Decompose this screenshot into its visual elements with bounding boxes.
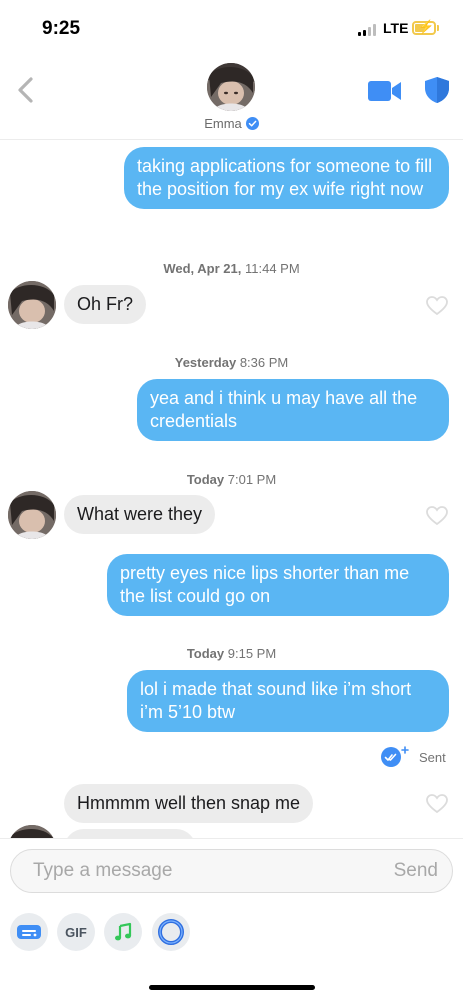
heart-icon[interactable]: [426, 296, 448, 316]
timestamp-time: 8:36 PM: [239, 355, 289, 370]
message-timestamp: Yesterday 8:36 PM: [0, 355, 463, 370]
gif-label: GIF: [65, 924, 87, 940]
contact-name-row[interactable]: Emma: [0, 116, 463, 131]
outgoing-message[interactable]: pretty eyes nice lips shorter than me th…: [107, 554, 449, 616]
contact-name: Emma: [204, 116, 242, 131]
incoming-message[interactable]: Oh Fr?: [64, 285, 147, 324]
outgoing-message[interactable]: lol i made that sound like i’m short i’m…: [127, 670, 449, 732]
sent-check-icon: [381, 746, 409, 767]
timestamp-time: 7:01 PM: [227, 472, 277, 487]
network-type: LTE: [383, 20, 409, 36]
outgoing-message[interactable]: yea and i think u may have all the crede…: [137, 379, 449, 441]
sticker-card-icon: [17, 925, 41, 939]
sent-label: Sent: [419, 750, 446, 765]
battery-cap: [437, 25, 439, 31]
incoming-message[interactable]: Hmmmm well then snap me: [64, 784, 314, 823]
charging-bolt-icon: ⚡: [418, 19, 435, 34]
back-button[interactable]: [12, 74, 42, 106]
music-note-icon: [115, 922, 132, 941]
shield-icon[interactable]: [424, 76, 450, 104]
incoming-message[interactable]: What were they: [64, 495, 216, 534]
gif-button[interactable]: GIF: [57, 913, 95, 951]
timestamp-day: Today: [186, 472, 225, 487]
timestamp-day: Yesterday: [174, 355, 237, 370]
timestamp-time: 9:15 PM: [227, 646, 277, 661]
music-button[interactable]: [104, 913, 142, 951]
message-thread[interactable]: taking applications for someone to fill …: [0, 140, 463, 838]
timestamp-day: Today: [186, 646, 225, 661]
message-timestamp: Today 7:01 PM: [0, 472, 463, 487]
contact-avatar-small[interactable]: [8, 825, 56, 838]
video-call-icon[interactable]: [368, 80, 402, 102]
message-composer: Send GIF: [0, 838, 463, 1000]
sticker-card-button[interactable]: [10, 913, 48, 951]
heart-icon[interactable]: [426, 506, 448, 526]
message-timestamp: Wed, Apr 21, 11:44 PM: [0, 261, 463, 276]
status-time: 9:25: [42, 18, 81, 39]
home-indicator[interactable]: [149, 985, 315, 990]
contact-avatar[interactable]: [207, 63, 255, 111]
incoming-message-partial[interactable]: [64, 829, 196, 838]
chat-header: Emma: [0, 54, 463, 140]
chevron-left-icon: [18, 77, 33, 103]
contact-avatar-small[interactable]: [8, 281, 56, 329]
message-timestamp: Today 9:15 PM: [0, 646, 463, 661]
heart-icon[interactable]: [426, 794, 448, 814]
message-input-wrapper[interactable]: Send: [10, 849, 453, 893]
signal-strength-icon: [358, 24, 378, 36]
contact-avatar-small[interactable]: [8, 491, 56, 539]
status-bar: 9:25 LTE ⚡: [0, 0, 463, 54]
message-input[interactable]: [33, 850, 363, 892]
ring-icon: [158, 919, 184, 945]
send-button[interactable]: Send: [394, 860, 438, 882]
ring-button[interactable]: [152, 913, 190, 951]
timestamp-time: 11:44 PM: [244, 261, 300, 276]
outgoing-message[interactable]: taking applications for someone to fill …: [124, 147, 449, 209]
verified-badge-icon: [245, 117, 259, 130]
timestamp-day: Wed, Apr 21,: [163, 261, 242, 276]
